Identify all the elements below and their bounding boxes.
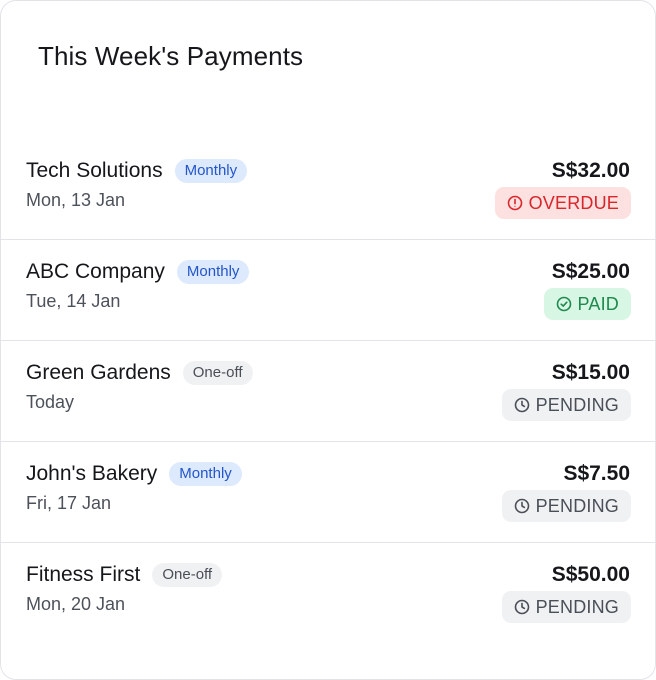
frequency-badge: Monthly: [174, 159, 248, 183]
payee-name: Tech Solutions: [26, 159, 163, 182]
payment-amount: S$7.50: [563, 462, 630, 485]
payee-name: Green Gardens: [26, 361, 171, 384]
payment-row[interactable]: John's Bakery Monthly Fri, 17 Jan S$7.50…: [1, 442, 655, 543]
payment-amount: S$32.00: [551, 159, 630, 182]
page-title: This Week's Payments: [38, 41, 304, 71]
clock-icon: [514, 498, 529, 514]
payment-name-line: John's Bakery Monthly: [26, 462, 242, 486]
payment-amount: S$25.00: [551, 260, 630, 283]
check-circle-icon: [556, 296, 571, 312]
status-label: PENDING: [535, 394, 619, 415]
frequency-badge: One-off: [182, 361, 253, 385]
status-label: PENDING: [535, 495, 619, 516]
payment-name-line: Green Gardens One-off: [26, 361, 253, 385]
status-label: OVERDUE: [528, 192, 619, 213]
frequency-badge: Monthly: [176, 260, 250, 284]
alert-circle-icon: [507, 195, 522, 211]
payment-row[interactable]: Fitness First One-off Mon, 20 Jan S$50.0…: [1, 543, 655, 643]
status-label: PAID: [577, 293, 619, 314]
payments-list: Tech Solutions Monthly Mon, 13 Jan S$32.…: [1, 139, 655, 643]
payment-amount: S$15.00: [551, 361, 630, 384]
payee-name: Fitness First: [26, 563, 141, 586]
payment-row[interactable]: ABC Company Monthly Tue, 14 Jan S$25.00 …: [1, 240, 655, 341]
status-badge: OVERDUE: [494, 187, 631, 219]
clock-icon: [514, 397, 529, 413]
payment-row[interactable]: Tech Solutions Monthly Mon, 13 Jan S$32.…: [1, 139, 655, 240]
payment-date: Fri, 17 Jan: [26, 493, 112, 513]
payment-date: Mon, 13 Jan: [26, 190, 126, 210]
status-badge: PAID: [543, 288, 631, 320]
payment-amount: S$50.00: [551, 563, 630, 586]
payment-date: Mon, 20 Jan: [26, 594, 126, 614]
frequency-badge: Monthly: [169, 462, 242, 486]
status-badge: PENDING: [501, 389, 631, 421]
payee-name: John's Bakery: [26, 462, 158, 485]
payments-card: This Week's Payments Tech Solutions Mont…: [0, 0, 656, 680]
status-badge: PENDING: [501, 591, 631, 623]
payee-name: ABC Company: [26, 260, 165, 283]
payment-date: Tue, 14 Jan: [26, 291, 121, 311]
clock-icon: [514, 599, 529, 615]
status-label: PENDING: [535, 596, 619, 617]
payment-row[interactable]: Green Gardens One-off Today S$15.00 PEND…: [1, 341, 655, 442]
payment-name-line: ABC Company Monthly: [26, 260, 250, 284]
payment-name-line: Tech Solutions Monthly: [26, 159, 248, 183]
frequency-badge: One-off: [152, 563, 223, 587]
payment-date: Today: [26, 392, 75, 412]
payment-name-line: Fitness First One-off: [26, 563, 223, 587]
status-badge: PENDING: [501, 490, 631, 522]
